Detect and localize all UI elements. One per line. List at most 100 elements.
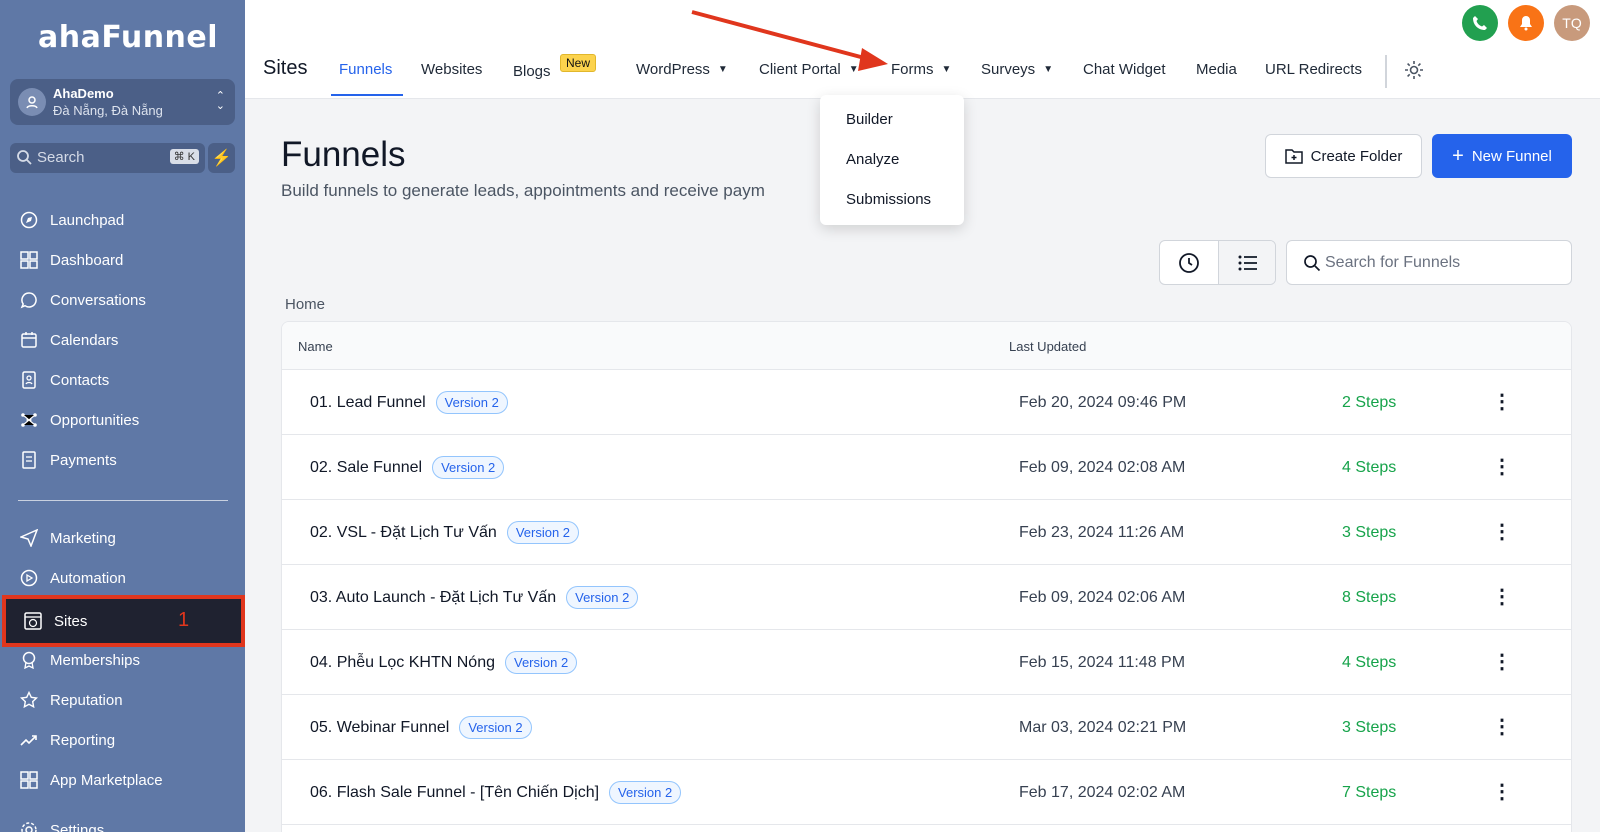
view-toggle xyxy=(1159,240,1276,285)
sidebar-item-memberships[interactable]: Memberships xyxy=(18,642,140,678)
create-folder-button[interactable]: Create Folder xyxy=(1265,134,1422,178)
more-vertical-icon[interactable]: ⋮ xyxy=(1492,518,1512,544)
settings-gear-icon[interactable] xyxy=(1403,59,1425,86)
table-row[interactable]: 02. Sale Funnel Version 2 Feb 09, 2024 02… xyxy=(282,435,1571,500)
version-badge: Version 2 xyxy=(459,716,532,739)
search-icon xyxy=(1303,254,1321,277)
sidebar-item-payments[interactable]: Payments xyxy=(18,442,117,478)
funnel-name[interactable]: 02. Sale Funnel xyxy=(310,459,422,477)
user-avatar[interactable]: TQ xyxy=(1554,5,1590,41)
sidebar-item-label: Payments xyxy=(50,451,117,469)
table-row[interactable]: 04. Phễu Lọc KHTN Nóng Version 2 Feb 15, … xyxy=(282,630,1571,695)
account-location: Đà Nẵng, Đà Nẵng xyxy=(53,103,163,118)
tab-label: Blogs xyxy=(513,63,551,80)
more-vertical-icon[interactable]: ⋮ xyxy=(1492,583,1512,609)
globe-window-icon xyxy=(22,610,44,632)
new-funnel-button[interactable]: + New Funnel xyxy=(1432,134,1572,178)
table-row[interactable]: 03. Auto Launch - Đặt Lịch Tư Vấn Version… xyxy=(282,565,1571,630)
last-updated: Feb 23, 2024 11:26 AM xyxy=(1019,524,1185,541)
table-row[interactable]: 05. Webinar Funnel Version 2 Mar 03, 2024… xyxy=(282,695,1571,760)
sidebar-item-launchpad[interactable]: Launchpad xyxy=(18,202,124,238)
sidebar-item-sites[interactable]: Sites 1 xyxy=(2,595,245,647)
breadcrumb[interactable]: Home xyxy=(285,296,325,313)
sidebar-item-conversations[interactable]: Conversations xyxy=(18,282,146,318)
page-subtitle: Build funnels to generate leads, appoint… xyxy=(281,181,765,200)
table-header: Name Last Updated xyxy=(282,322,1571,370)
column-header-last-updated[interactable]: Last Updated xyxy=(1009,339,1086,354)
app-logo[interactable]: ahaFunnel xyxy=(38,20,218,55)
sidebar-item-automation[interactable]: Automation xyxy=(18,560,126,596)
funnel-name[interactable]: 05. Webinar Funnel xyxy=(310,719,449,737)
tab-surveys[interactable]: Surveys ▼ xyxy=(981,61,1053,78)
menu-item-analyze[interactable]: Analyze xyxy=(846,151,899,168)
funnel-name[interactable]: 03. Auto Launch - Đặt Lịch Tư Vấn xyxy=(310,589,556,607)
search-placeholder: Search for Funnels xyxy=(1325,254,1461,271)
phone-icon[interactable] xyxy=(1462,5,1498,41)
funnel-name-cell: 02. VSL - Đặt Lịch Tư Vấn Version 2 xyxy=(310,521,580,544)
funnel-name-cell: 03. Auto Launch - Đặt Lịch Tư Vấn Version… xyxy=(310,586,639,609)
tab-url-redirects[interactable]: URL Redirects xyxy=(1265,61,1362,78)
last-updated: Feb 20, 2024 09:46 PM xyxy=(1019,394,1187,411)
table-row[interactable]: 01. Lead Funnel Version 2 Feb 20, 2024 09… xyxy=(282,370,1571,435)
more-vertical-icon[interactable]: ⋮ xyxy=(1492,713,1512,739)
notification-bell-icon[interactable] xyxy=(1508,5,1544,41)
tab-websites[interactable]: Websites xyxy=(421,61,482,78)
more-vertical-icon[interactable]: ⋮ xyxy=(1492,648,1512,674)
sidebar-search[interactable]: Search ⌘ K xyxy=(10,143,205,173)
sidebar-item-app-marketplace[interactable]: App Marketplace xyxy=(18,762,163,798)
tab-media[interactable]: Media xyxy=(1196,61,1237,78)
funnel-search-input[interactable]: Search for Funnels xyxy=(1286,240,1572,285)
sidebar-item-settings[interactable]: Settings xyxy=(18,812,104,832)
network-icon xyxy=(18,409,40,431)
sidebar-item-label: App Marketplace xyxy=(50,771,163,789)
tab-wordpress[interactable]: WordPress ▼ xyxy=(636,61,728,78)
lightning-icon[interactable]: ⚡ xyxy=(208,143,235,173)
version-badge: Version 2 xyxy=(435,391,508,414)
tab-chat-widget[interactable]: Chat Widget xyxy=(1083,61,1166,78)
tab-client-portal[interactable]: Client Portal ▼ xyxy=(759,61,859,78)
sidebar-item-contacts[interactable]: Contacts xyxy=(18,362,109,398)
chevron-updown-icon: ⌃ ⌄ xyxy=(215,90,225,112)
top-navigation: Sites Funnels Websites Blogs New WordPre… xyxy=(245,0,1600,99)
account-switcher[interactable]: AhaDemo Đà Nẵng, Đà Nẵng ⌃ ⌄ xyxy=(10,79,235,125)
badge-icon xyxy=(18,649,40,671)
tab-blogs[interactable]: Blogs xyxy=(513,63,551,80)
sidebar-item-reputation[interactable]: Reputation xyxy=(18,682,123,718)
column-header-name[interactable]: Name xyxy=(298,339,333,354)
more-vertical-icon[interactable]: ⋮ xyxy=(1492,388,1512,414)
clock-icon[interactable] xyxy=(1160,241,1218,284)
trend-icon xyxy=(18,729,40,751)
menu-item-builder[interactable]: Builder xyxy=(846,111,893,128)
sidebar-item-marketing[interactable]: Marketing xyxy=(18,520,116,556)
sidebar-item-opportunities[interactable]: Opportunities xyxy=(18,402,139,438)
sidebar-item-label: Reporting xyxy=(50,731,116,749)
last-updated: Mar 03, 2024 02:21 PM xyxy=(1019,719,1187,736)
tab-forms[interactable]: Forms ▼ xyxy=(891,61,951,78)
shortcut-hint: ⌘ K xyxy=(169,149,199,164)
list-view-icon[interactable] xyxy=(1218,241,1275,284)
plus-icon: + xyxy=(1452,144,1464,167)
annotation-step-number: 1 xyxy=(178,609,190,631)
table-row[interactable]: 02. VSL - Đặt Lịch Tư Vấn Version 2 Feb 2… xyxy=(282,500,1571,565)
table-row[interactable]: 06. Flash Sale Funnel - [Tên Chiến Dịch]… xyxy=(282,760,1571,825)
menu-item-submissions[interactable]: Submissions xyxy=(846,191,931,208)
chevron-down-icon: ▼ xyxy=(848,64,859,75)
tab-funnels[interactable]: Funnels xyxy=(339,61,392,78)
receipt-icon xyxy=(18,449,40,471)
sidebar-item-calendars[interactable]: Calendars xyxy=(18,322,118,358)
funnel-name[interactable]: 04. Phễu Lọc KHTN Nóng xyxy=(310,654,495,672)
sidebar-item-label: Automation xyxy=(50,569,126,587)
sidebar-item-dashboard[interactable]: Dashboard xyxy=(18,242,123,278)
funnel-name[interactable]: 02. VSL - Đặt Lịch Tư Vấn xyxy=(310,524,497,542)
sidebar-item-reporting[interactable]: Reporting xyxy=(18,722,115,758)
funnel-name[interactable]: 06. Flash Sale Funnel - [Tên Chiến Dịch] xyxy=(310,784,599,802)
more-vertical-icon[interactable]: ⋮ xyxy=(1492,453,1512,479)
funnel-name[interactable]: 01. Lead Funnel xyxy=(310,394,426,412)
tab-label: Websites xyxy=(421,61,483,78)
tab-label: Chat Widget xyxy=(1083,61,1166,78)
star-icon xyxy=(18,689,40,711)
grid-icon xyxy=(18,249,40,271)
more-vertical-icon[interactable]: ⋮ xyxy=(1492,778,1512,804)
chevron-down-icon: ▼ xyxy=(941,64,952,75)
steps-count: 8 Steps xyxy=(1342,589,1397,606)
